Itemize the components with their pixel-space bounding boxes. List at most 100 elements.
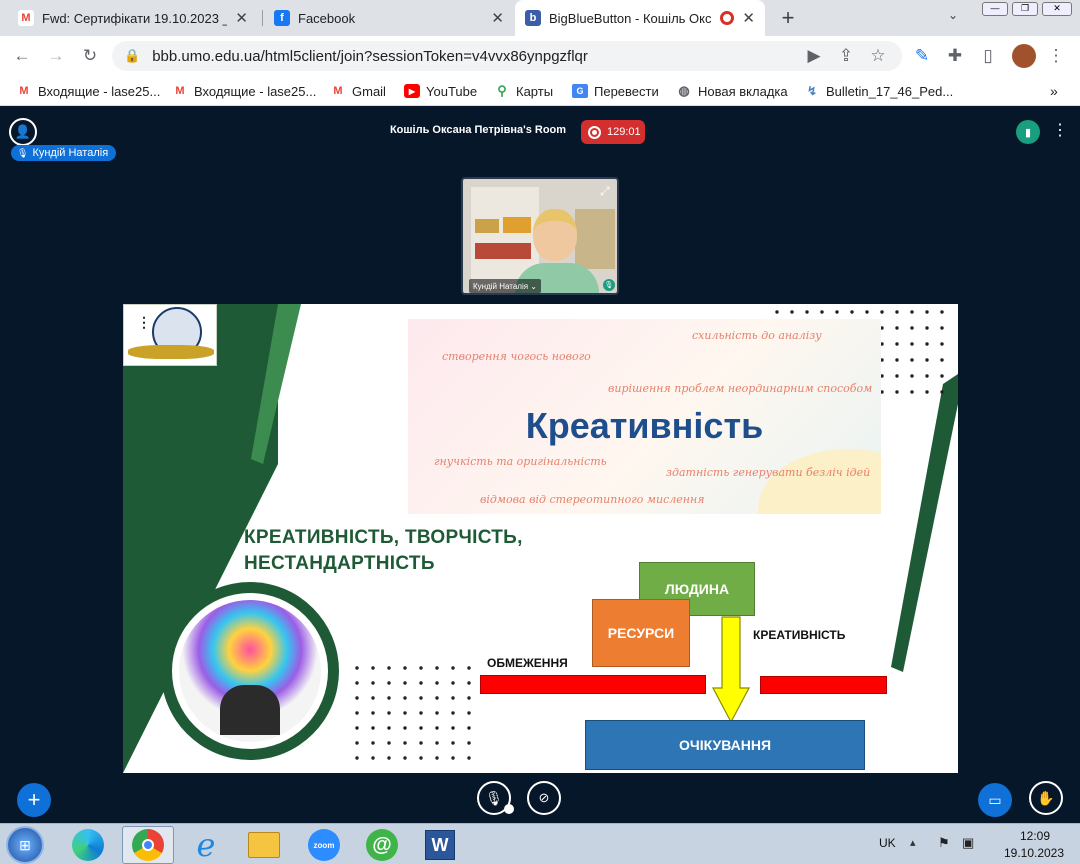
reload-icon[interactable]: ↻ xyxy=(78,44,102,68)
dot xyxy=(820,310,824,314)
dot xyxy=(355,696,359,700)
dot xyxy=(467,711,471,715)
camera-icon[interactable]: ▶ xyxy=(802,44,826,68)
dot xyxy=(387,696,391,700)
connection-status-icon[interactable]: ▮ xyxy=(1016,120,1040,144)
close-icon[interactable]: ✕ xyxy=(742,9,755,27)
forward-arrow-icon[interactable]: → xyxy=(44,44,68,68)
tray-expand-icon[interactable]: ▴ xyxy=(910,836,916,849)
taskbar-file-explorer[interactable] xyxy=(238,826,290,864)
taskbar-zoom[interactable]: zoom xyxy=(298,826,350,864)
dot xyxy=(895,342,899,346)
actions-plus-button[interactable]: + xyxy=(17,783,51,817)
recording-indicator[interactable]: 129:01 xyxy=(581,120,645,144)
taskbar-mail-agent[interactable]: @ xyxy=(356,826,408,864)
internet-explorer-icon: e xyxy=(196,826,216,864)
back-arrow-icon[interactable]: ← xyxy=(10,44,34,68)
dot xyxy=(403,726,407,730)
bookmarks-more-button[interactable]: » xyxy=(1050,81,1058,101)
binder xyxy=(503,217,531,233)
dot xyxy=(865,310,869,314)
language-indicator[interactable]: UK xyxy=(879,836,896,850)
taskbar-word[interactable]: W xyxy=(414,826,466,864)
dot xyxy=(805,310,809,314)
slide-menu-icon[interactable]: ⋮ xyxy=(137,314,151,331)
clock-time[interactable]: 12:09 xyxy=(1000,829,1070,843)
new-tab-button[interactable]: + xyxy=(776,6,800,30)
maps-icon: ⚲ xyxy=(497,83,507,98)
logo-ribbon xyxy=(128,345,214,359)
close-window-icon[interactable]: ✕ xyxy=(1042,2,1072,16)
bookmark-label: YouTube xyxy=(426,83,478,99)
options-menu-icon[interactable]: ⋮ xyxy=(1052,120,1068,140)
taskbar-chrome[interactable] xyxy=(122,826,174,864)
dot xyxy=(435,756,439,760)
presentation-toggle-button[interactable]: ▭ xyxy=(978,783,1012,817)
clock-date[interactable]: 19.10.2023 xyxy=(994,846,1074,860)
dot xyxy=(371,666,375,670)
minimize-icon[interactable]: — xyxy=(982,2,1008,16)
label-limits: ОБМЕЖЕННЯ xyxy=(487,656,568,670)
dot xyxy=(467,726,471,730)
tab-facebook[interactable]: f Facebook ✕ xyxy=(264,0,514,36)
bookmark-label: Перевести xyxy=(594,83,659,99)
start-button[interactable]: ⊞ xyxy=(6,826,44,864)
raise-hand-button[interactable]: ✋ xyxy=(1029,781,1063,815)
talking-indicator[interactable]: 🎙 Кундій Наталія xyxy=(11,145,117,161)
gmail-icon: M xyxy=(333,85,343,97)
microphone-icon: 🎙 xyxy=(603,279,615,291)
bookmark-item[interactable]: ▶ YouTube xyxy=(404,81,477,101)
bookmark-item[interactable]: M Входящие - lase25... xyxy=(16,81,160,101)
maximize-icon[interactable]: ❐ xyxy=(1012,2,1038,16)
close-icon[interactable]: ✕ xyxy=(235,9,248,27)
bookmark-item[interactable]: M Gmail xyxy=(330,81,386,101)
photo-ring xyxy=(172,593,328,749)
share-icon[interactable]: ⇪ xyxy=(834,44,858,68)
bookmark-item[interactable]: G Перевести xyxy=(572,81,659,101)
dot xyxy=(895,310,899,314)
bookmark-star-icon[interactable]: ☆ xyxy=(866,44,890,68)
taskbar-internet-explorer[interactable]: e xyxy=(180,826,232,864)
dot xyxy=(910,326,914,330)
banner-title: Креативність xyxy=(525,405,764,446)
close-icon[interactable]: ✕ xyxy=(491,9,504,27)
dot xyxy=(451,726,455,730)
action-center-flag-icon[interactable]: ⚑ xyxy=(938,835,950,851)
dot xyxy=(925,390,929,394)
webcam-user-name[interactable]: Кундій Наталія ⌄ xyxy=(469,279,542,293)
bookmarks-bar: M Входящие - lase25... M Входящие - lase… xyxy=(0,76,1080,106)
at-sign-icon: @ xyxy=(366,829,398,861)
bookmark-item[interactable]: M Входящие - lase25... xyxy=(172,81,316,101)
tab-bigbluebutton[interactable]: b BigBlueButton - Кошіль Окса ✕ xyxy=(515,0,765,36)
bookmark-item[interactable]: ◍ Новая вкладка xyxy=(676,81,787,101)
dot xyxy=(451,696,455,700)
down-arrow xyxy=(712,616,750,724)
presentation-slide[interactable]: ⋮ схильність до аналізу створення чогось… xyxy=(123,304,958,773)
folder-icon xyxy=(248,832,280,858)
tab-divider xyxy=(262,10,263,26)
record-icon xyxy=(588,125,601,139)
profile-avatar[interactable] xyxy=(1012,44,1036,68)
talking-user-name: Кундій Наталія xyxy=(32,147,109,159)
bookmark-item[interactable]: ⚲ Карты xyxy=(494,81,553,101)
box-resources: РЕСУРСИ xyxy=(592,599,690,667)
bbb-icon: b xyxy=(525,10,541,26)
tab-search-icon[interactable]: ⌄ xyxy=(948,8,958,22)
fullscreen-icon[interactable]: ⤢ xyxy=(600,184,610,199)
pen-extension-icon[interactable]: ✎ xyxy=(910,44,934,68)
side-panel-icon[interactable]: ▯ xyxy=(976,44,1000,68)
banner-word: схильність до аналізу xyxy=(692,329,822,342)
taskbar-edge[interactable] xyxy=(62,826,114,864)
audio-settings-indicator[interactable] xyxy=(504,804,514,814)
webcam-video[interactable]: ⤢ Кундій Наталія ⌄ 🎙 xyxy=(461,177,619,295)
address-bar[interactable]: 🔒 bbb.umo.edu.ua/html5client/join?sessio… xyxy=(112,41,902,71)
network-icon[interactable]: ▣ xyxy=(962,835,974,851)
browser-tab-bar: M Fwd: Сертифікати 19.10.2023 _Л ✕ f Fac… xyxy=(0,0,1080,36)
extensions-icon[interactable]: ✚ xyxy=(943,44,967,68)
bookshelf xyxy=(575,209,615,269)
menu-dots-icon[interactable]: ⋮ xyxy=(1044,44,1068,68)
label-creativity: КРЕАТИВНІСТЬ xyxy=(753,628,846,642)
bookmark-item[interactable]: ↯ Bulletin_17_46_Ped... xyxy=(804,81,953,101)
leave-audio-button[interactable]: ⊘ xyxy=(527,781,561,815)
tab-gmail[interactable]: M Fwd: Сертифікати 19.10.2023 _Л ✕ xyxy=(8,0,258,36)
